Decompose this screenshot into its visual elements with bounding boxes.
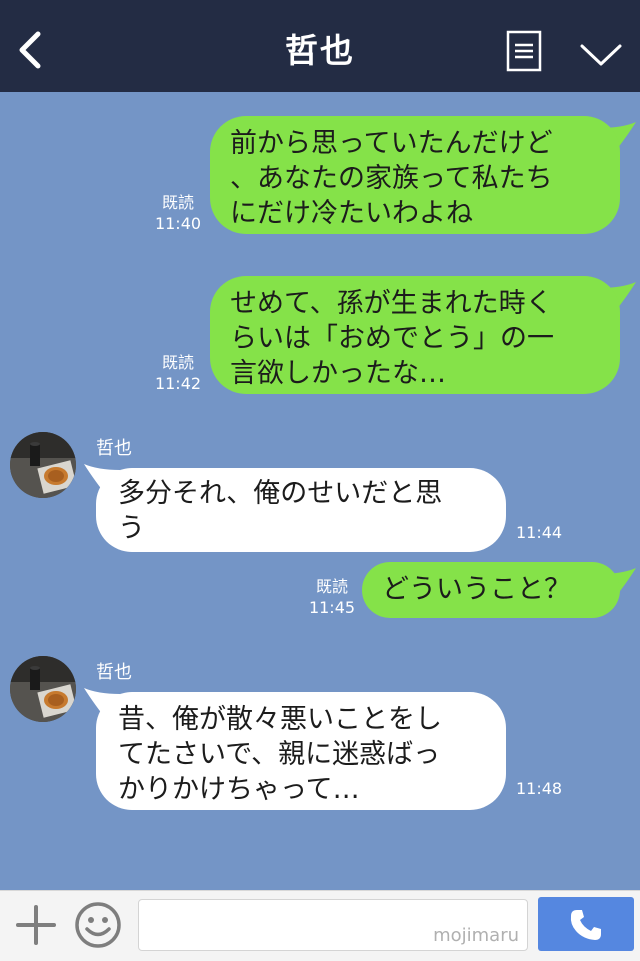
chat-header: 哲也 [0,0,640,92]
message-line: 昔、俺が散々悪いことをし [118,704,442,735]
message-line: 言欲しかったな… [230,358,446,389]
menu-icon[interactable] [506,30,542,72]
message-time: 11:45 [308,598,356,617]
message-meta: 既読 11:45 [306,576,358,618]
message-line: てたさいで、親に迷惑ばっ [118,739,441,770]
outgoing-message[interactable]: 前から思っていたんだけど 、あなたの家族って私たち にだけ冷たいわよね [210,116,620,234]
message-line: にだけ冷たいわよね [230,198,473,229]
message-line: どういうこと？ [382,574,571,605]
read-receipt: 既読 [161,353,194,372]
sender-name: 哲也 [96,662,132,683]
outgoing-message[interactable]: どういうこと？ [362,562,620,618]
message-time: 11:42 [154,374,202,393]
message-line: う [118,513,145,544]
read-receipt: 既読 [315,577,348,596]
incoming-message[interactable]: 多分それ、俺のせいだと思 う [96,468,506,552]
message-meta: 既読 11:40 [152,192,204,234]
message-meta: 既読 11:42 [152,352,204,394]
read-receipt: 既読 [161,193,194,212]
input-bar: mojimaru [0,890,640,961]
call-button[interactable] [538,897,634,951]
outgoing-message[interactable]: せめて、孫が生まれた時く らいは「おめでとう」の一 言欲しかったな… [210,276,620,394]
avatar-photo-icon [10,432,76,498]
phone-icon [570,910,601,940]
message-line: せめて、孫が生まれた時く [230,288,553,319]
message-time: 11:48 [516,779,563,798]
smile-icon[interactable] [74,901,122,949]
message-time: 11:44 [516,523,563,542]
message-line: らいは「おめでとう」の一 [230,323,554,354]
avatar[interactable] [10,432,76,498]
avatar-photo-icon [10,656,76,722]
incoming-message[interactable]: 昔、俺が散々悪いことをし てたさいで、親に迷惑ばっ かりかけちゃって… [96,692,506,810]
chevron-down-icon[interactable] [578,40,624,70]
avatar[interactable] [10,656,76,722]
message-input[interactable]: mojimaru [138,899,528,951]
chat-title: 哲也 [285,31,355,70]
message-line: 、あなたの家族って私たち [230,163,553,194]
sender-name: 哲也 [96,438,132,459]
watermark: mojimaru [433,925,519,946]
message-line: 多分それ、俺のせいだと思 [118,478,443,509]
message-time: 11:40 [154,214,202,233]
plus-icon[interactable] [14,903,58,947]
message-line: かりかけちゃって… [118,774,360,805]
message-line: 前から思っていたんだけど [230,128,553,159]
